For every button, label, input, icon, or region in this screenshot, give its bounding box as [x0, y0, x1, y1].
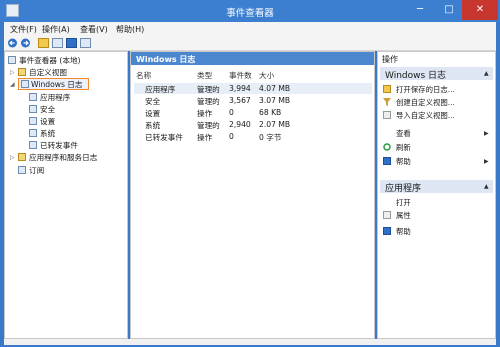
action-properties[interactable]: 属性 [396, 210, 411, 221]
properties-icon [383, 211, 391, 219]
table-row[interactable]: 设置 操作 0 68 KB [131, 108, 374, 119]
section-label: 应用程序 [385, 184, 422, 194]
action-help[interactable]: 帮助 [396, 156, 411, 167]
cell-name: 设置 [145, 109, 161, 118]
tree-subscriptions[interactable]: 订阅 [29, 165, 44, 176]
status-bar [4, 339, 496, 345]
submenu-arrow-icon: ▶ [484, 158, 489, 165]
column-header-type[interactable]: 类型 [197, 70, 212, 81]
tree-item-security[interactable]: 安全 [40, 104, 55, 115]
folder-up-icon[interactable] [38, 38, 49, 48]
close-button[interactable]: ✕ [462, 0, 498, 20]
subscription-icon [18, 166, 26, 174]
cell-type: 操作 [197, 133, 213, 142]
minimize-button[interactable]: ─ [405, 0, 435, 20]
submenu-arrow-icon: ▶ [484, 130, 489, 137]
cell-count: 0 [229, 108, 234, 117]
cell-name: 已转发事件 [145, 133, 183, 142]
expand-arrow-icon[interactable]: ▷ [10, 69, 15, 76]
log-icon [29, 117, 37, 125]
log-list-pane: Windows 日志 名称 类型 事件数 大小 应用程序 管理的 3,994 4… [130, 51, 375, 339]
collapse-icon[interactable]: ▲ [484, 70, 489, 77]
show-action-pane-icon[interactable] [80, 38, 91, 48]
cell-type: 操作 [197, 109, 213, 118]
tree-custom-views[interactable]: 自定义视图 [29, 67, 67, 78]
action-view[interactable]: 查看 [396, 128, 411, 139]
refresh-icon [383, 143, 391, 151]
log-folder-icon [21, 80, 29, 88]
column-header-name[interactable]: 名称 [136, 70, 151, 81]
cell-type: 管理的 [197, 121, 220, 130]
help-icon [383, 157, 391, 165]
tree-item-system[interactable]: 系统 [40, 128, 55, 139]
table-row[interactable]: 系统 管理的 2,940 2.07 MB [131, 120, 374, 131]
cell-count: 3,994 [229, 84, 251, 93]
log-icon [29, 129, 37, 137]
tree-item-application[interactable]: 应用程序 [40, 92, 70, 103]
folder-icon [18, 153, 26, 161]
section-header-windows-logs[interactable]: Windows 日志 ▲ [380, 67, 493, 81]
table-row[interactable]: 应用程序 管理的 3,994 4.07 MB [131, 84, 374, 95]
cell-name: 应用程序 [145, 85, 176, 94]
cell-size: 0 字节 [259, 133, 282, 142]
action-import-custom-view[interactable]: 导入自定义视图... [396, 110, 455, 121]
help-icon[interactable] [66, 38, 77, 48]
tree-item-setup[interactable]: 设置 [40, 116, 55, 127]
cell-name: 安全 [145, 97, 161, 106]
tree-root[interactable]: 事件查看器 (本地) [19, 55, 81, 66]
menu-bar: 文件(F) 操作(A) 查看(V) 帮助(H) [4, 22, 496, 36]
menu-action[interactable]: 操作(A) [42, 24, 70, 35]
filter-icon [383, 98, 391, 106]
pane-header: Windows 日志 [131, 52, 374, 65]
menu-file[interactable]: 文件(F) [10, 24, 37, 35]
pane-title: Windows 日志 [136, 55, 196, 64]
navigation-tree: 事件查看器 (本地) ▷ 自定义视图 ◢ Windows 日志 应用程序 安全 … [4, 51, 128, 339]
cell-type: 管理的 [197, 85, 220, 94]
section-header-application[interactable]: 应用程序 ▲ [380, 180, 493, 194]
forward-icon[interactable] [20, 38, 31, 48]
help-icon [383, 227, 391, 235]
table-row[interactable]: 安全 管理的 3,567 3.07 MB [131, 96, 374, 107]
column-header-count[interactable]: 事件数 [229, 70, 252, 81]
cell-name: 系统 [145, 121, 161, 130]
actions-title: 操作 [382, 55, 398, 64]
log-icon [29, 105, 37, 113]
action-refresh[interactable]: 刷新 [396, 142, 411, 153]
expand-arrow-icon[interactable]: ▷ [10, 154, 15, 161]
cell-count: 0 [229, 132, 234, 141]
folder-icon [18, 68, 26, 76]
collapse-icon[interactable]: ▲ [484, 183, 489, 190]
cell-size: 68 KB [259, 108, 282, 117]
tree-app-service-logs[interactable]: 应用程序和服务日志 [29, 152, 97, 163]
tree-windows-logs[interactable]: Windows 日志 [31, 79, 83, 90]
action-create-custom-view[interactable]: 创建自定义视图... [396, 97, 455, 108]
back-icon[interactable] [7, 38, 18, 48]
show-tree-icon[interactable] [52, 38, 63, 48]
action-open-saved-log[interactable]: 打开保存的日志... [396, 84, 455, 95]
menu-help[interactable]: 帮助(H) [116, 24, 144, 35]
log-icon [29, 93, 37, 101]
tree-item-forwarded[interactable]: 已转发事件 [40, 140, 78, 151]
cell-size: 3.07 MB [259, 96, 291, 105]
actions-pane: 操作 Windows 日志 ▲ 打开保存的日志... 创建自定义视图... 导入… [377, 51, 496, 339]
menu-view[interactable]: 查看(V) [80, 24, 108, 35]
column-header-size[interactable]: 大小 [259, 70, 274, 81]
cell-type: 管理的 [197, 97, 220, 106]
cell-count: 2,940 [229, 120, 251, 129]
toolbar [4, 36, 496, 51]
import-icon [383, 111, 391, 119]
collapse-arrow-icon[interactable]: ◢ [10, 81, 15, 88]
action-open[interactable]: 打开 [396, 197, 411, 208]
table-row[interactable]: 已转发事件 操作 0 0 字节 [131, 132, 374, 143]
event-viewer-icon [8, 56, 16, 64]
cell-count: 3,567 [229, 96, 251, 105]
title-bar: 事件查看器 ─ □ ✕ [0, 0, 500, 22]
section-label: Windows 日志 [385, 71, 447, 81]
cell-size: 4.07 MB [259, 84, 291, 93]
cell-size: 2.07 MB [259, 120, 291, 129]
maximize-button[interactable]: □ [436, 0, 462, 20]
action-help-app[interactable]: 帮助 [396, 226, 411, 237]
open-folder-icon [383, 85, 391, 93]
log-icon [29, 141, 37, 149]
